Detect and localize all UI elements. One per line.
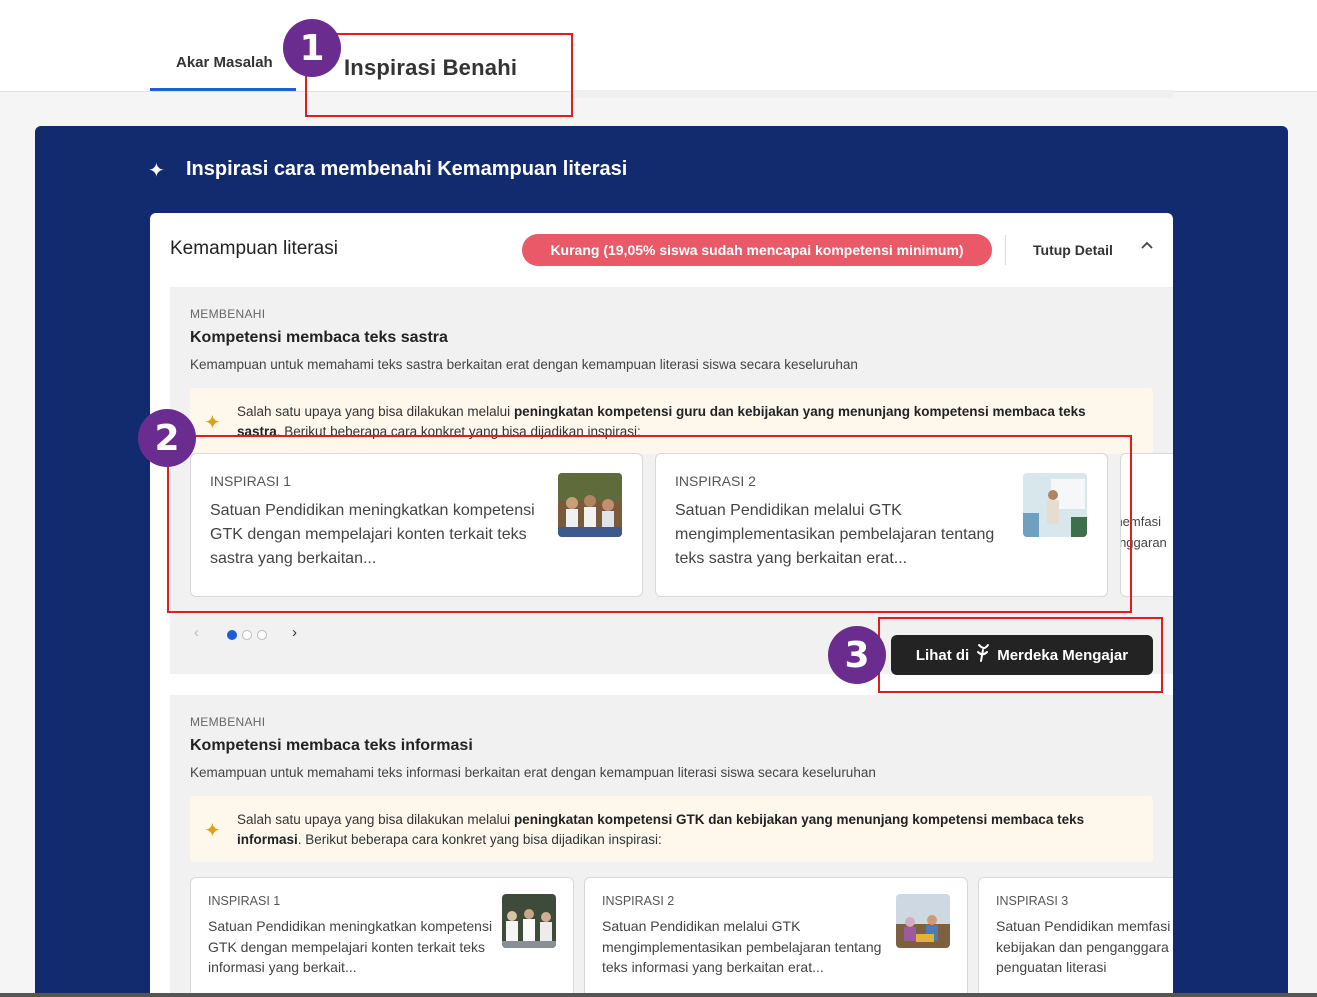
card-title: Kemampuan literasi [170, 238, 338, 259]
inspirasi-card-3[interactable]: INSPIRASI 3 Satuan Pendidikan memfasi ke… [978, 877, 1173, 997]
highlight-box-button [878, 617, 1163, 693]
divider [1005, 235, 1006, 265]
section-heading: Kompetensi membaca teks informasi [190, 737, 473, 754]
chevron-up-icon[interactable] [1140, 239, 1154, 258]
panel-title: Inspirasi cara membenahi Kemampuan liter… [186, 158, 628, 180]
step-marker-1: 1 [283, 19, 341, 77]
step-marker-2: 2 [138, 409, 196, 467]
pager-dot[interactable] [227, 630, 237, 640]
active-tab-indicator [150, 88, 296, 91]
card-text: Satuan Pendidikan memfasi kebijakan dan … [996, 918, 1171, 975]
info-text: Salah satu upaya yang bisa dilakukan mel… [237, 812, 1085, 847]
sparkle-icon: ✦ [204, 820, 221, 842]
sparkle-icon: ✦ [204, 412, 221, 434]
inspirasi-card-2[interactable]: INSPIRASI 2 Satuan Pendidikan melalui GT… [584, 877, 968, 997]
tab-bar: Akar Masalah Inspirasi Benahi [0, 0, 1317, 92]
toggle-detail-button[interactable]: Tutup Detail [1033, 242, 1113, 258]
status-badge: Kurang (19,05% siswa sudah mencapai komp… [522, 234, 992, 266]
chevron-left-icon[interactable]: ‹ [194, 624, 199, 641]
chevron-right-icon[interactable]: › [292, 624, 297, 641]
card-label: INSPIRASI 2 [602, 894, 675, 908]
card-label: INSPIRASI 3 [996, 894, 1069, 908]
section-description: Kemampuan untuk memahami teks sastra ber… [190, 357, 858, 372]
card-thumbnail [502, 894, 556, 948]
pager-dot[interactable] [257, 630, 267, 640]
highlight-box-carousel [167, 435, 1132, 613]
step-marker-3: 3 [828, 626, 886, 684]
section-heading: Kompetensi membaca teks sastra [190, 329, 448, 346]
section-kicker: MEMBENAHI [190, 715, 266, 729]
card-label: INSPIRASI 1 [208, 894, 281, 908]
card-text: Satuan Pendidikan melalui GTK mengimplem… [602, 918, 882, 975]
section-kicker: MEMBENAHI [190, 307, 266, 321]
highlight-box-tab [305, 33, 573, 117]
tab-akar-masalah[interactable]: Akar Masalah [176, 54, 273, 71]
info-box: ✦ Salah satu upaya yang bisa dilakukan m… [190, 796, 1153, 862]
window-bottom-edge [0, 993, 1317, 997]
card-text: Satuan Pendidikan meningkatkan kompetens… [208, 918, 493, 975]
section-teks-informasi: MEMBENAHI Kompetensi membaca teks inform… [170, 695, 1173, 997]
inspirasi-card-1[interactable]: INSPIRASI 1 Satuan Pendidikan meningkatk… [190, 877, 574, 997]
card-thumbnail [896, 894, 950, 948]
section-description: Kemampuan untuk memahami teks informasi … [190, 765, 876, 780]
pager-dot[interactable] [242, 630, 252, 640]
tab-bar-edge [573, 90, 1173, 98]
sparkle-icon: ✦ [148, 160, 165, 182]
